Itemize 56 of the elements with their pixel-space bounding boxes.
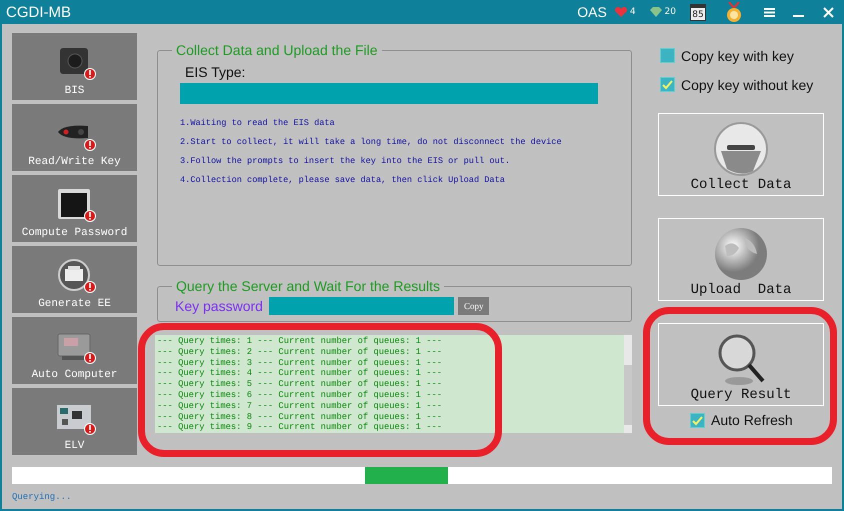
heart-count: 4 [630, 7, 636, 17]
status-text: Querying... [12, 492, 72, 502]
globe-icon [713, 226, 769, 282]
sidebar-item-label: BIS [64, 85, 84, 97]
calendar-badge[interactable]: 85 [690, 4, 706, 20]
instruction-step: 1.Waiting to read the EIS data [180, 118, 631, 128]
window-title: CGDI-MB [6, 4, 71, 20]
log-line: --- Query times: 1 --- Current number of queues: 1 --- [157, 336, 444, 347]
checkbox-option[interactable]: Auto Refresh [690, 411, 793, 429]
log-line: --- Query times: 2 --- Current number of queues: 1 --- [157, 346, 444, 358]
key-password-field[interactable] [268, 297, 454, 315]
sidebar-item[interactable]: Generate EE [12, 246, 137, 313]
checkbox-label: Auto Refresh [711, 412, 793, 428]
checkbox[interactable] [660, 48, 675, 63]
checkbox-label: Copy key with key [681, 48, 794, 64]
panel-title: Collect Data and Upload the File [175, 42, 379, 58]
sidebar-item[interactable]: ELV [12, 388, 137, 455]
checkbox[interactable] [690, 412, 705, 428]
log-line: --- Query times: 6 --- Current number of queues: 1 --- [157, 390, 444, 401]
gem-count: 20 [664, 7, 676, 17]
copy-button[interactable]: Copy [458, 297, 490, 315]
action-button[interactable]: Collect Data [658, 113, 824, 196]
sidebar-item[interactable]: Auto Computer [12, 317, 137, 384]
log-line: --- Query times: 5 --- Current number of queues: 1 --- [157, 379, 444, 390]
log-line: --- Query times: 7 --- Current number of queues: 1 --- [157, 400, 444, 412]
menu-icon[interactable] [764, 8, 775, 16]
close-icon[interactable] [823, 6, 834, 18]
diamond-icon [650, 7, 662, 17]
sidebar-item[interactable]: Compute Password [12, 175, 137, 242]
key-password-label: Key password [175, 298, 263, 314]
instruction-step: 4.Collection complete, please save data, then click Upload Data [180, 175, 631, 185]
sidebar-item-label: Generate EE [38, 298, 111, 310]
log-line: --- Query times: 8 --- Current number of queues: 1 --- [157, 412, 444, 422]
sidebar-item[interactable]: Read/Write Key [12, 104, 137, 171]
sidebar-item[interactable]: BIS [12, 33, 137, 100]
checkbox-option[interactable]: Copy key without key [660, 70, 814, 99]
log-line: --- Query times: 4 --- Current number of queues: 1 --- [157, 368, 444, 380]
panel-title: Query the Server and Wait For the Results [175, 278, 442, 294]
action-button[interactable]: Upload Data [658, 218, 824, 301]
log-line: --- Query times: 3 --- Current number of queues: 1 --- [157, 358, 444, 368]
checkbox[interactable] [660, 77, 675, 92]
instruction-step: 2.Start to collect, it will take a long time, do not disconnect the device [180, 137, 631, 147]
account-name: OAS [577, 4, 607, 20]
action-button[interactable]: Query Result [658, 323, 824, 406]
sidebar-item-label: Read/Write Key [28, 156, 121, 168]
scrollbar[interactable] [624, 335, 632, 433]
medal-icon[interactable] [726, 2, 742, 22]
log-line: --- Query times: 9 --- Current number of queues: 1 --- [157, 422, 444, 433]
checkbox-option[interactable]: Copy key with key [660, 41, 794, 70]
instruction-step: 3.Follow the prompts to insert the key into the EIS or pull out. [180, 156, 631, 166]
checkbox-label: Copy key without key [681, 76, 814, 92]
sidebar-item-label: Compute Password [22, 227, 128, 239]
sidebar-item-label: Auto Computer [32, 369, 118, 381]
heart-icon [614, 7, 627, 17]
eis-type-label: EIS Type: [185, 64, 246, 80]
sidebar-item-label: ELV [64, 440, 84, 452]
